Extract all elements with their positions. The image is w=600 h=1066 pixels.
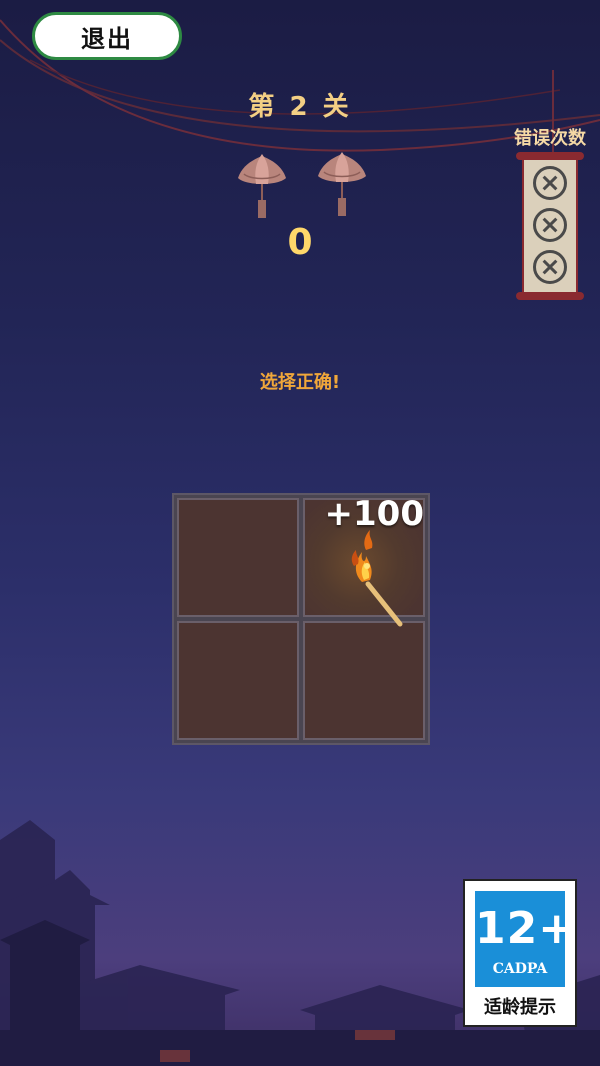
age-rating-number: 12+: [475, 903, 577, 954]
card-cell-top-left[interactable]: [177, 498, 299, 617]
x-circle-icon: [533, 250, 567, 284]
scroll-rod-bottom: [516, 292, 584, 300]
lotus-lantern-left-icon: [238, 154, 286, 218]
card-cell-bottom-left[interactable]: [177, 621, 299, 740]
age-rating-badge: 12+ CADPA 适龄提示: [463, 879, 577, 1027]
level-title: 第 2 关: [248, 92, 352, 122]
age-rating-tip: 适龄提示: [484, 997, 556, 1018]
card-grid: [172, 493, 430, 745]
error-count-scroll: [516, 152, 584, 300]
card-cell-top-right[interactable]: [303, 498, 425, 617]
error-count-label: 错误次数: [514, 128, 586, 149]
lotus-lantern-right-icon: [318, 152, 366, 216]
x-circle-icon: [533, 208, 567, 242]
card-cell-bottom-right[interactable]: [303, 621, 425, 740]
score-value: 0: [287, 222, 313, 263]
exit-button[interactable]: 退出: [32, 12, 182, 60]
result-hint: 选择正确!: [259, 372, 341, 393]
x-circle-icon: [533, 166, 567, 200]
age-rating-org: CADPA: [492, 961, 548, 977]
age-rating-panel: 12+ CADPA: [475, 891, 577, 987]
